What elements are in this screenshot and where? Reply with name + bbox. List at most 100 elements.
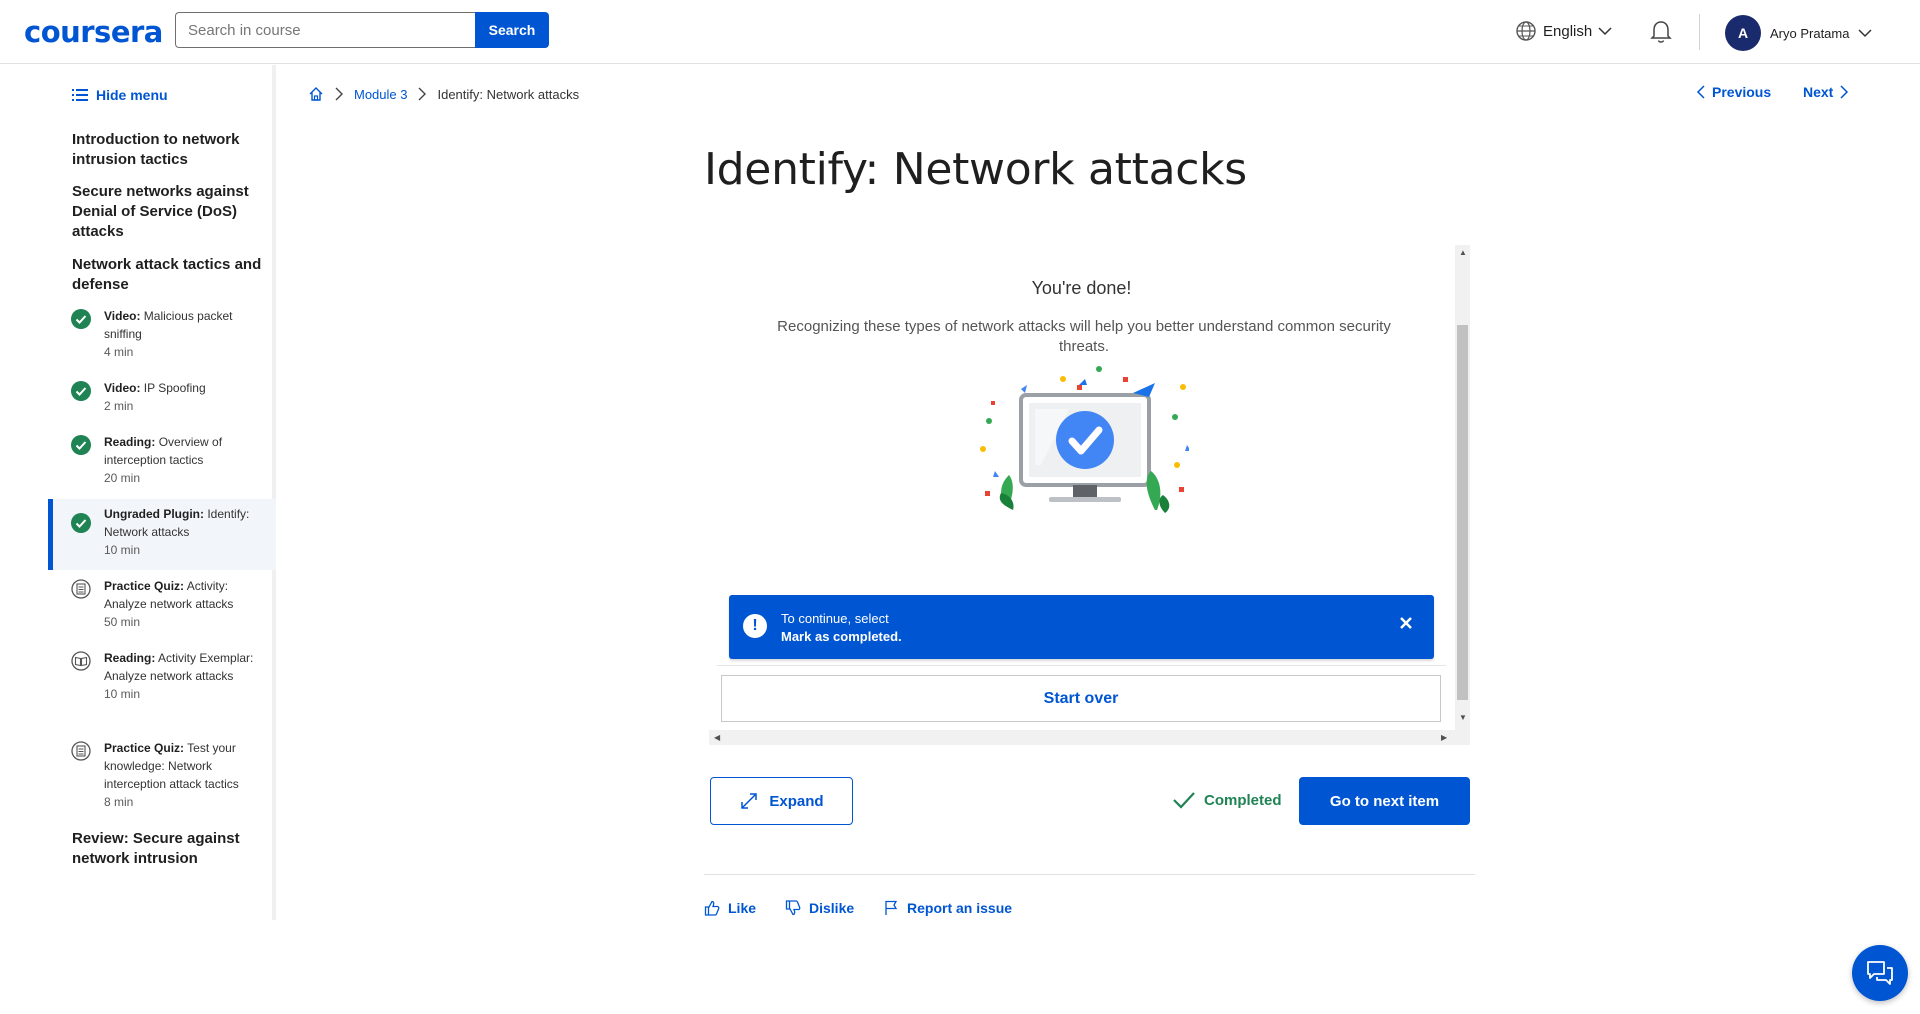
item-type: Ungraded Plugin: <box>104 507 204 521</box>
scroll-left-icon[interactable]: ◀ <box>714 733 720 743</box>
item-type: Video: <box>104 381 141 395</box>
sidebar-item-text: Practice Quiz: Test your knowledge: Netw… <box>104 739 254 811</box>
check-circle-icon <box>71 381 91 401</box>
chevron-right-icon <box>418 87 427 101</box>
language-selector[interactable]: English <box>1515 20 1612 42</box>
user-menu[interactable]: A Aryo Pratama <box>1725 15 1873 51</box>
check-circle-icon <box>71 513 91 533</box>
like-button[interactable]: Like <box>704 900 756 916</box>
chevron-down-icon <box>1598 27 1612 36</box>
check-circle-icon <box>71 435 91 455</box>
book-icon <box>71 651 91 671</box>
sidebar-item-overview-interception[interactable]: Reading: Overview of interception tactic… <box>48 435 276 489</box>
thumbs-down-icon <box>785 900 801 916</box>
vertical-scrollbar[interactable]: ▲ ▼ <box>1455 245 1470 745</box>
sidebar-item-text: Video: IP Spoofing 2 min <box>104 379 254 415</box>
item-type: Reading: <box>104 435 156 449</box>
breadcrumb: Module 3 Identify: Network attacks <box>308 86 579 102</box>
chevron-right-icon <box>1840 85 1849 99</box>
sidebar-item-analyze-network-attacks-quiz[interactable]: Practice Quiz: Activity: Analyze network… <box>48 579 276 633</box>
page-title: Identify: Network attacks <box>704 144 1247 195</box>
start-over-button[interactable]: Start over <box>721 675 1441 722</box>
item-duration: 4 min <box>104 345 134 359</box>
user-name: Aryo Pratama <box>1770 25 1850 41</box>
sidebar-section-dos[interactable]: Secure networks against Denial of Servic… <box>72 182 262 242</box>
item-title: IP Spoofing <box>143 381 206 395</box>
alert-text: To continue, select <box>781 611 889 626</box>
dislike-label: Dislike <box>809 900 855 916</box>
done-description: Recognizing these types of network attac… <box>777 318 1391 355</box>
coursera-logo[interactable]: coursera <box>24 15 163 49</box>
chat-icon <box>1867 961 1893 985</box>
scrollbar-thumb[interactable] <box>1457 325 1468 700</box>
expand-label: Expand <box>769 792 824 810</box>
close-icon[interactable] <box>1398 615 1414 631</box>
report-issue-button[interactable]: Report an issue <box>883 900 1012 916</box>
quiz-icon <box>71 579 91 599</box>
divider <box>717 665 1446 666</box>
chevron-down-icon <box>1858 29 1873 38</box>
horizontal-scrollbar[interactable]: ◀ ▶ <box>709 730 1455 745</box>
chevron-right-icon <box>335 87 343 101</box>
item-type: Reading: <box>104 651 156 665</box>
expand-button[interactable]: Expand <box>710 777 853 825</box>
item-duration: 10 min <box>104 543 141 557</box>
quiz-icon <box>71 741 91 761</box>
chevron-left-icon <box>1696 85 1705 99</box>
item-type: Video: <box>104 309 141 323</box>
item-duration: 50 min <box>104 615 141 629</box>
hide-menu-button[interactable]: Hide menu <box>72 87 168 103</box>
sidebar-item-text: Ungraded Plugin: Identify: Network attac… <box>104 505 254 559</box>
sidebar-item-identify-network-attacks[interactable]: Ungraded Plugin: Identify: Network attac… <box>48 499 276 570</box>
chat-button[interactable] <box>1852 945 1908 1001</box>
sidebar-item-malicious-packet-sniffing[interactable]: Video: Malicious packet sniffing 4 min <box>48 309 276 363</box>
search-input[interactable] <box>175 12 475 48</box>
item-duration: 20 min <box>104 471 141 485</box>
sidebar-item-ip-spoofing[interactable]: Video: IP Spoofing 2 min <box>48 381 276 421</box>
item-type: Practice Quiz: <box>104 741 185 755</box>
sidebar-section-tactics[interactable]: Network attack tactics and defense <box>72 255 262 295</box>
go-to-next-item-button[interactable]: Go to next item <box>1299 777 1470 825</box>
previous-button[interactable]: Previous <box>1696 84 1771 100</box>
completed-label: Completed <box>1204 791 1282 809</box>
like-label: Like <box>728 900 757 916</box>
hide-menu-label: Hide menu <box>96 87 168 103</box>
expand-icon <box>741 793 758 809</box>
globe-icon <box>1516 21 1536 41</box>
scroll-up-icon[interactable]: ▲ <box>1459 248 1467 258</box>
plugin-frame: You're done! Recognizing these types of … <box>709 245 1470 745</box>
sidebar-item-test-your-knowledge-quiz[interactable]: Practice Quiz: Test your knowledge: Netw… <box>48 741 276 813</box>
sidebar-item-text: Reading: Overview of interception tactic… <box>104 433 254 487</box>
completion-illustration <box>980 366 1189 513</box>
sidebar-item-text: Practice Quiz: Activity: Analyze network… <box>104 577 254 631</box>
previous-label: Previous <box>1712 84 1772 100</box>
language-label: English <box>1543 22 1593 40</box>
dislike-button[interactable]: Dislike <box>785 900 854 916</box>
continue-alert: ! To continue, select Mark as completed. <box>729 595 1434 659</box>
notifications-button[interactable] <box>1649 19 1673 45</box>
search-button[interactable]: Search <box>475 12 549 48</box>
next-button[interactable]: Next <box>1803 84 1849 100</box>
scroll-right-icon[interactable]: ▶ <box>1441 733 1447 743</box>
divider <box>704 874 1475 875</box>
sidebar-item-activity-exemplar[interactable]: Reading: Activity Exemplar: Analyze netw… <box>48 651 276 723</box>
avatar: A <box>1725 15 1761 51</box>
sidebar-item-text: Reading: Activity Exemplar: Analyze netw… <box>104 649 254 703</box>
course-search: Search <box>175 12 549 48</box>
sidebar-section-intro[interactable]: Introduction to network intrusion tactic… <box>72 130 262 170</box>
item-type: Practice Quiz: <box>104 579 185 593</box>
exclamation-icon: ! <box>743 614 767 638</box>
completed-status: Completed <box>1172 790 1282 810</box>
sidebar-section-review[interactable]: Review: Secure against network intrusion <box>72 829 262 869</box>
check-circle-icon <box>71 309 91 329</box>
scroll-down-icon[interactable]: ▼ <box>1459 713 1467 723</box>
home-icon[interactable] <box>308 86 324 102</box>
flag-icon <box>885 900 898 915</box>
breadcrumb-module[interactable]: Module 3 <box>354 87 407 102</box>
item-duration: 10 min <box>104 687 141 701</box>
done-title: You're done! <box>1031 278 1132 298</box>
item-duration: 8 min <box>104 795 134 809</box>
thumbs-up-icon <box>704 900 720 916</box>
alert-emphasis: Mark as completed. <box>781 629 902 644</box>
bell-icon <box>1650 21 1672 43</box>
